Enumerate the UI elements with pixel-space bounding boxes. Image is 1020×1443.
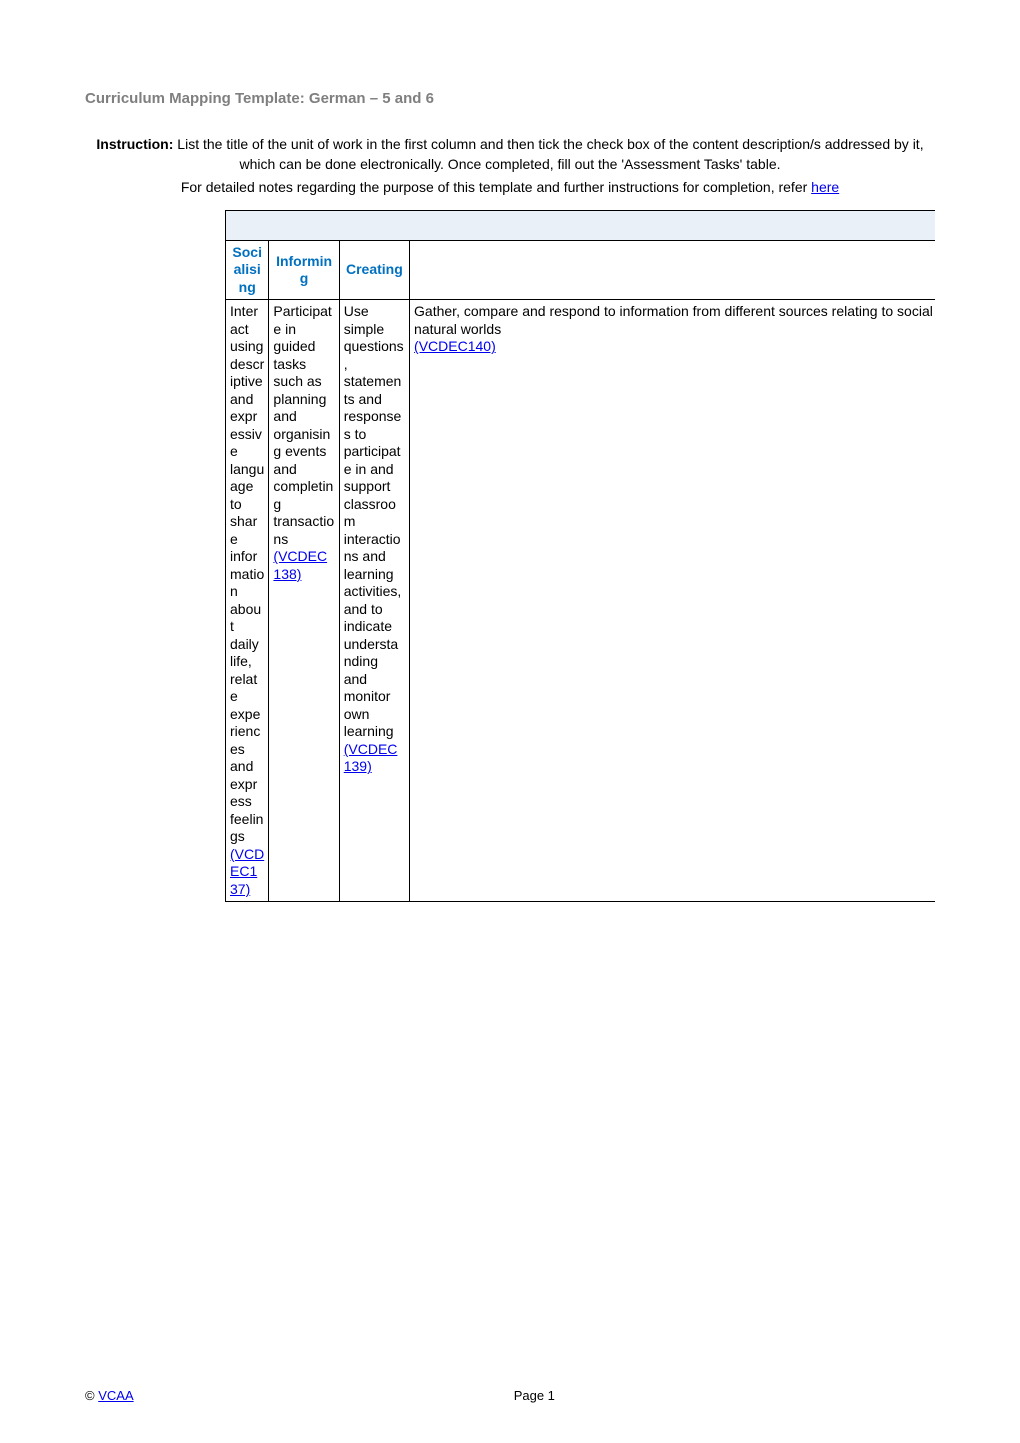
instruction-label: Instruction: (96, 136, 173, 152)
subnote-prefix: For detailed notes regarding the purpose… (181, 179, 811, 195)
header-row: Socialising Informing Creating (226, 240, 936, 300)
cell-gather: Gather, compare and respond to informati… (410, 300, 935, 902)
informing-code-link[interactable]: (VCDEC138) (273, 548, 327, 582)
informing-text: Participate in guided tasks such as plan… (273, 303, 334, 547)
gather-text: Gather, compare and respond to informati… (414, 303, 935, 337)
header-informing: Informing (269, 240, 339, 300)
page-title: Curriculum Mapping Template: German – 5 … (85, 90, 935, 107)
content-row: Interact using descriptive and expressiv… (226, 300, 936, 902)
creating-text: Use simple questions, statements and res… (344, 303, 404, 739)
curriculum-table: Socialising Informing Creating Interact … (225, 210, 935, 903)
subnote: For detailed notes regarding the purpose… (85, 178, 935, 198)
creating-code-link[interactable]: (VCDEC139) (344, 741, 398, 775)
page-footer: © VCAA Page 1 (85, 1388, 935, 1403)
instruction-text: List the title of the unit of work in th… (173, 136, 923, 172)
spacer-row (226, 210, 936, 240)
vcaa-link[interactable]: VCAA (98, 1388, 133, 1403)
instruction-block: Instruction: List the title of the unit … (85, 135, 935, 174)
here-link[interactable]: here (811, 179, 839, 195)
copyright-symbol: © (85, 1388, 95, 1403)
curriculum-table-wrap: Socialising Informing Creating Interact … (225, 210, 935, 903)
cell-informing: Participate in guided tasks such as plan… (269, 300, 339, 902)
page-number: Page 1 (85, 1388, 935, 1403)
socialising-code-link[interactable]: (VCDEC137) (230, 846, 264, 897)
gather-code-link[interactable]: (VCDEC140) (414, 338, 496, 354)
header-empty-1 (410, 240, 935, 300)
cell-creating: Use simple questions, statements and res… (339, 300, 409, 902)
cell-socialising: Interact using descriptive and expressiv… (226, 300, 269, 902)
header-creating: Creating (339, 240, 409, 300)
socialising-text: Interact using descriptive and expressiv… (230, 303, 264, 844)
header-socialising: Socialising (226, 240, 269, 300)
